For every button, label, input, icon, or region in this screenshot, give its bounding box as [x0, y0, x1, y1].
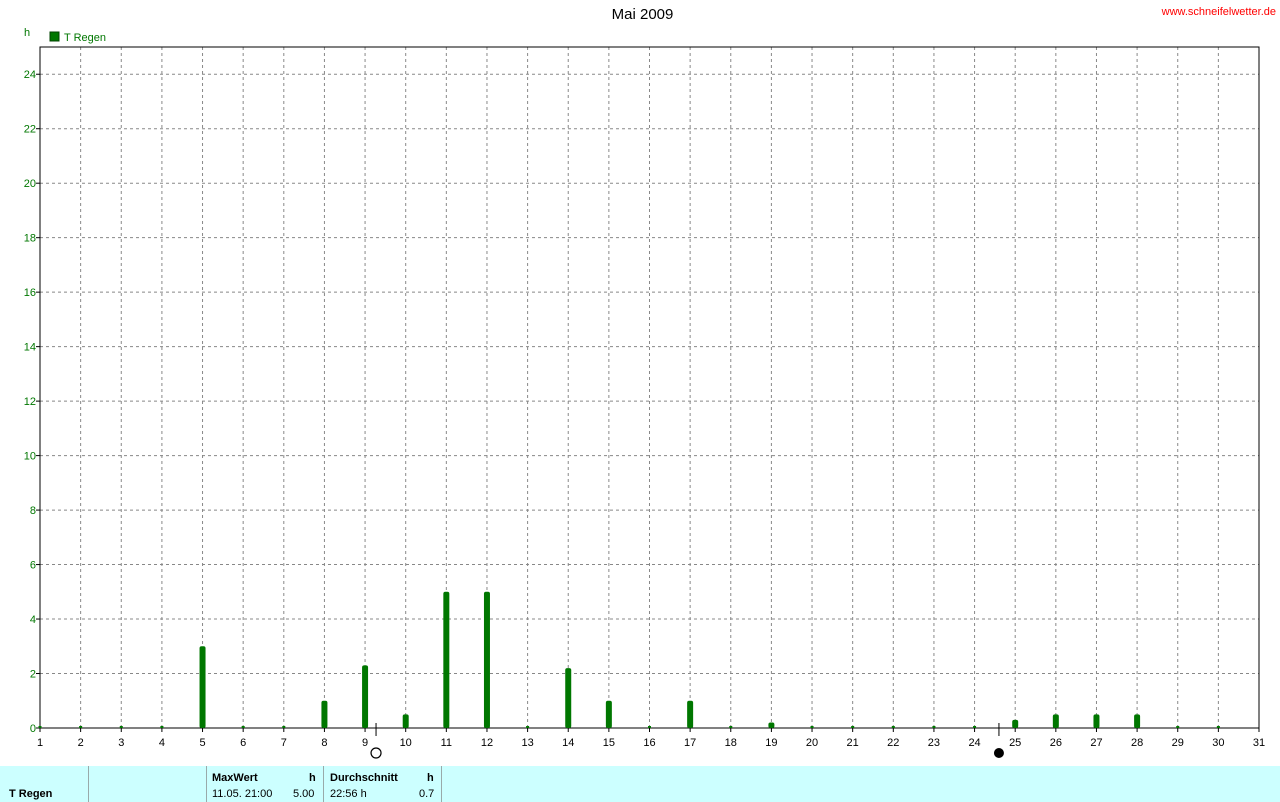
x-tick-label: 18 [725, 737, 737, 749]
y-tick-label: 12 [24, 396, 36, 408]
x-tick-label: 20 [806, 737, 818, 749]
x-tick-label: 25 [1009, 737, 1021, 749]
footer-empty-cell [89, 766, 207, 802]
y-axis-unit: h [24, 27, 30, 39]
x-tick-label: 19 [765, 737, 777, 749]
x-tick-label: 5 [199, 737, 205, 749]
x-tick-label: 30 [1212, 737, 1224, 749]
bar [199, 646, 206, 728]
x-tick-label: 21 [847, 737, 859, 749]
legend-label: T Regen [64, 32, 106, 44]
bar [402, 714, 409, 728]
bar [891, 726, 895, 728]
y-tick-label: 16 [24, 287, 36, 299]
x-tick-label: 7 [281, 737, 287, 749]
y-tick-label: 2 [30, 669, 36, 681]
y-tick-label: 22 [24, 124, 36, 136]
bar [119, 726, 123, 728]
x-tick-label: 17 [684, 737, 696, 749]
bar [1216, 726, 1220, 728]
bar [565, 668, 572, 728]
bar [648, 726, 651, 728]
x-tick-label: 16 [643, 737, 655, 749]
bar [483, 591, 490, 728]
x-tick-label: 28 [1131, 737, 1143, 749]
legend-swatch [49, 31, 60, 42]
x-tick-label: 23 [928, 737, 940, 749]
bar [160, 726, 164, 728]
axes [36, 46, 1260, 732]
bar [362, 665, 369, 728]
bar [851, 726, 855, 728]
full-moon-icon [370, 747, 382, 759]
footer-series-name: T Regen [9, 788, 53, 800]
footer-max-value: 5.00 [293, 788, 315, 800]
footer-max-cell: MaxWert h 11.05. 21:00 5.00 [207, 766, 324, 802]
x-tick-label: 3 [118, 737, 124, 749]
footer-name-cell: T Regen [0, 766, 89, 802]
bars [38, 591, 1220, 728]
bar [932, 726, 936, 728]
x-tick-label: 31 [1253, 737, 1265, 749]
x-tick-label: 8 [321, 737, 327, 749]
footer-avg-unit: h [427, 772, 434, 784]
y-tick-label: 24 [24, 69, 36, 81]
tick-labels: 1 2 3 4 5 6 7 8 9 10 11 12 13 14 15 16 17 18 19 20 21 22 23 24 2… [24, 69, 1265, 749]
bar [38, 726, 42, 728]
bar [1093, 714, 1100, 728]
x-tick-label: 24 [968, 737, 980, 749]
chart: 1 2 3 4 5 6 7 8 9 10 11 12 13 14 15 16 17 18 19 20 21 22 23 24 2… [24, 27, 1265, 759]
x-tick-label: 1 [37, 737, 43, 749]
bar [1052, 714, 1059, 728]
footer-avg-cell: Durchschnitt h 22:56 h 0.7 [324, 766, 442, 802]
x-tick-label: 2 [78, 737, 84, 749]
x-tick-label: 14 [562, 737, 574, 749]
bar [768, 722, 775, 728]
y-tick-label: 0 [30, 723, 36, 735]
bar [321, 700, 328, 728]
y-tick-label: 14 [24, 342, 36, 354]
x-tick-label: 12 [481, 737, 493, 749]
y-tick-label: 6 [30, 560, 36, 572]
bar [810, 726, 814, 728]
x-tick-label: 27 [1090, 737, 1102, 749]
bar [1012, 719, 1019, 728]
footer-max-unit: h [309, 772, 316, 784]
bar [605, 700, 612, 728]
y-tick-label: 10 [24, 451, 36, 463]
x-tick-label: 22 [887, 737, 899, 749]
x-tick-label: 15 [603, 737, 615, 749]
y-tick-label: 18 [24, 233, 36, 245]
bar [687, 700, 694, 728]
y-tick-label: 4 [30, 614, 36, 626]
footer-avg-time: 22:56 h [330, 788, 367, 800]
x-tick-label: 29 [1172, 737, 1184, 749]
x-tick-label: 4 [159, 737, 165, 749]
y-tick-label: 20 [24, 178, 36, 190]
x-tick-label: 10 [400, 737, 412, 749]
footer-max-label: MaxWert [212, 772, 258, 784]
footer-avg-value: 0.7 [419, 788, 435, 800]
x-tick-label: 11 [441, 737, 452, 749]
x-tick-label: 26 [1050, 737, 1062, 749]
x-tick-label: 9 [362, 737, 368, 749]
legend: T Regen [49, 31, 106, 44]
footer-max-time: 11.05. 21:00 [212, 788, 273, 800]
bar [79, 726, 83, 728]
bar [443, 591, 450, 728]
new-moon-icon [993, 748, 1004, 758]
grid [40, 47, 1259, 728]
bar [526, 726, 530, 728]
bar [729, 726, 733, 728]
bar [282, 726, 286, 728]
bar [1176, 726, 1180, 728]
bar [1134, 714, 1141, 728]
bar [973, 726, 977, 728]
x-tick-label: 13 [521, 737, 533, 749]
footer-avg-label: Durchschnitt [330, 772, 398, 784]
bar [241, 726, 245, 728]
summary-footer: T Regen MaxWert h 11.05. 21:00 5.00 Durc… [0, 766, 1280, 802]
x-tick-label: 6 [240, 737, 246, 749]
y-tick-label: 8 [30, 505, 36, 517]
